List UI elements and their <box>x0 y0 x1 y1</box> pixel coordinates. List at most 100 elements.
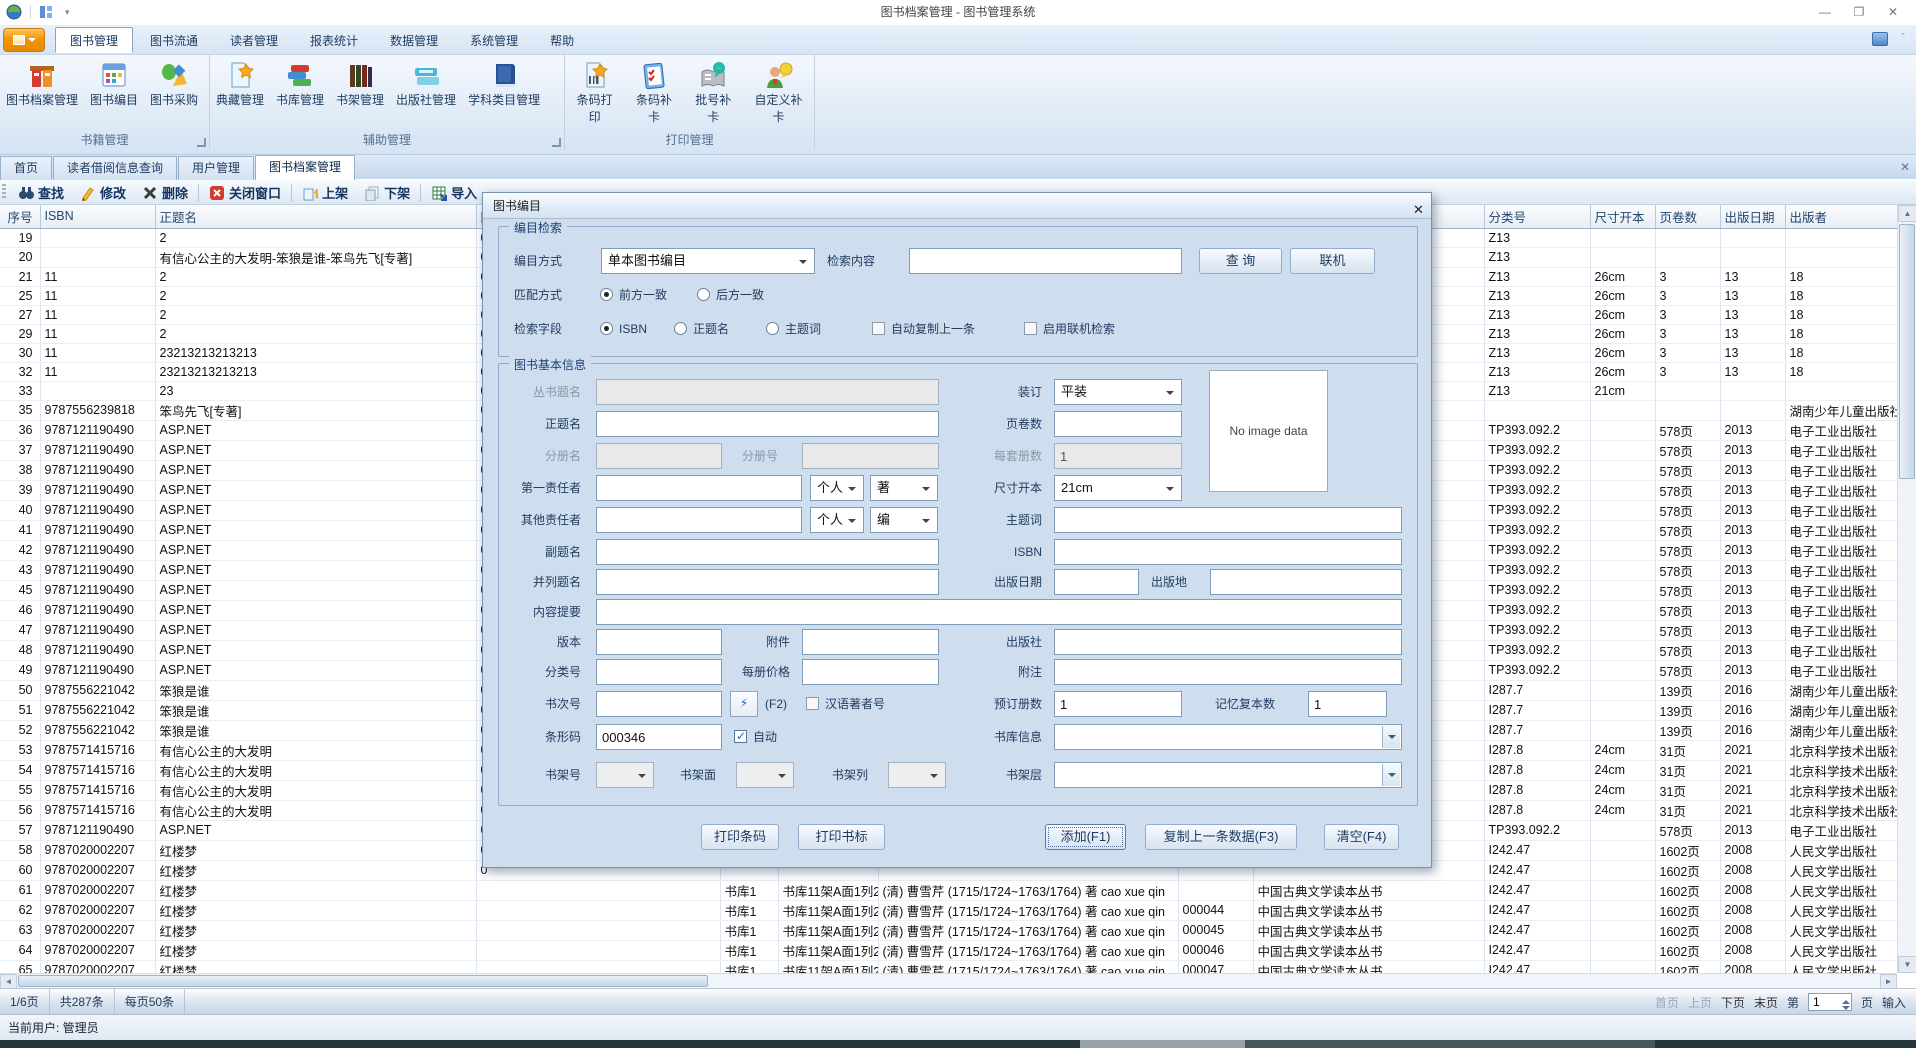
group-launcher-icon[interactable] <box>552 138 561 147</box>
catalog-mode-select[interactable]: 单本图书编目 <box>601 248 815 274</box>
table-row[interactable]: 619787020002207红楼梦 书库1书库11架A面1列2层(清) 曹雪芹 … <box>0 880 1897 901</box>
other-author-input[interactable] <box>596 507 802 533</box>
online-button[interactable]: 联机 <box>1290 248 1375 274</box>
ribbon-item[interactable]: 图书档案管理 <box>0 58 84 108</box>
other-author-type-select[interactable]: 个人 <box>810 507 864 533</box>
toolbar-shelf-up[interactable]: 上架 <box>294 180 356 205</box>
size-select[interactable]: 21cm <box>1054 475 1182 501</box>
doc-tab-1[interactable]: 读者借阅信息查询 <box>53 156 178 180</box>
print-booklabel-button[interactable]: 打印书标 <box>798 824 885 850</box>
nav-first-page[interactable]: 首页 <box>1655 994 1679 1011</box>
order-count-input[interactable] <box>1054 691 1182 717</box>
menu-tab-2[interactable]: 读者管理 <box>215 27 293 53</box>
scroll-up-icon[interactable]: ▲ <box>1898 205 1916 222</box>
maximize-button[interactable]: ❐ <box>1842 0 1876 25</box>
ribbon-item[interactable]: 书架管理 <box>330 58 390 108</box>
edition-input[interactable] <box>596 629 722 655</box>
ribbon-item[interactable]: 图书编目 <box>84 58 144 108</box>
ribbon-item[interactable]: ⋯ 批号补卡 <box>684 58 743 125</box>
column-header[interactable]: 正题名 <box>155 205 477 229</box>
pubdate-input[interactable] <box>1054 569 1139 595</box>
pages-input[interactable] <box>1054 411 1182 437</box>
toolbar-pencil[interactable]: 修改 <box>72 180 134 205</box>
summary-input[interactable] <box>596 599 1402 625</box>
dialog-close-icon[interactable]: ✕ <box>1403 197 1424 217</box>
toolbar-close-window[interactable]: 关闭窗口 <box>201 180 289 205</box>
menu-tab-0[interactable]: 图书管理 <box>55 27 134 53</box>
add-button[interactable]: 添加(F1) <box>1045 824 1126 850</box>
radio-field-isbn[interactable] <box>600 322 613 335</box>
table-row[interactable]: 649787020002207红楼梦 书库1书库11架A面1列2层(清) 曹雪芹 … <box>0 940 1897 961</box>
table-row[interactable]: 629787020002207红楼梦 书库1书库11架A面1列2层(清) 曹雪芹 … <box>0 900 1897 921</box>
ribbon-item[interactable]: 学科类目管理 <box>462 58 546 108</box>
scroll-down-icon[interactable]: ▼ <box>1898 956 1916 973</box>
first-author-type-select[interactable]: 个人 <box>810 475 864 501</box>
generate-f2-button[interactable]: ⚡ <box>730 691 758 717</box>
barcode-input[interactable] <box>596 724 722 750</box>
collapse-ribbon-icon[interactable]: ＾ <box>1898 31 1908 46</box>
ribbon-item[interactable]: 出版社管理 <box>390 58 462 108</box>
memory-copies-input[interactable] <box>1308 691 1387 717</box>
binding-select[interactable]: 平装 <box>1054 379 1182 405</box>
checkbox-chinese-author[interactable] <box>806 697 819 710</box>
toolbar-shelf-down[interactable]: 下架 <box>356 180 418 205</box>
column-header[interactable]: ISBN <box>40 205 156 229</box>
search-content-input[interactable] <box>909 248 1182 274</box>
isbn-input[interactable] <box>1054 539 1402 565</box>
dialog-title-bar[interactable]: 图书编目 ✕ <box>483 193 1431 219</box>
toolbar-binoculars[interactable]: 查找 <box>10 180 72 205</box>
column-header[interactable]: 尺寸开本 <box>1590 205 1656 229</box>
checkbox-auto-copy[interactable] <box>872 322 885 335</box>
ribbon-item[interactable]: 图书采购 <box>144 58 204 108</box>
spinner-up-icon[interactable] <box>1841 1000 1850 1004</box>
enter-button[interactable]: 输入 <box>1882 994 1906 1011</box>
table-row[interactable]: 639787020002207红楼梦 书库1书库11架A面1列2层(清) 曹雪芹 … <box>0 920 1897 941</box>
column-header[interactable]: 分类号 <box>1484 205 1591 229</box>
column-header[interactable]: 出版日期 <box>1720 205 1786 229</box>
column-header[interactable]: 页卷数 <box>1655 205 1721 229</box>
dropdown-icon[interactable] <box>1382 764 1400 786</box>
checkbox-auto-barcode[interactable] <box>734 729 747 743</box>
ribbon-item[interactable]: 自定义补卡 <box>743 58 814 125</box>
radio-field-subject[interactable] <box>766 322 779 335</box>
book-no-input[interactable] <box>596 691 722 717</box>
copy-previous-button[interactable]: 复制上一条数据(F3) <box>1145 824 1297 850</box>
menu-tab-5[interactable]: 系统管理 <box>455 27 533 53</box>
radio-match-front[interactable] <box>600 288 613 301</box>
column-header[interactable]: 序号 <box>0 205 41 229</box>
nav-next-page[interactable]: 下页 <box>1721 994 1745 1011</box>
ribbon-item[interactable]: 典藏管理 <box>210 58 270 108</box>
ribbon-item[interactable]: 条码打印 <box>565 58 624 125</box>
other-author-role-select[interactable]: 编 <box>870 507 938 533</box>
shelf-layer-select[interactable] <box>1054 762 1402 788</box>
first-author-role-select[interactable]: 著 <box>870 475 938 501</box>
spinner-down-icon[interactable] <box>1841 1006 1850 1010</box>
vertical-scrollbar[interactable]: ▲ ▼ <box>1897 205 1916 973</box>
scroll-right-icon[interactable]: ► <box>1880 974 1897 989</box>
first-author-input[interactable] <box>596 475 802 501</box>
main-title-input[interactable] <box>596 411 939 437</box>
publisher-input[interactable] <box>1054 629 1402 655</box>
attachment-input[interactable] <box>802 629 939 655</box>
radio-match-back[interactable] <box>697 288 710 301</box>
style-icon[interactable] <box>1872 31 1888 46</box>
clear-button[interactable]: 清空(F4) <box>1324 824 1399 850</box>
hscroll-thumb[interactable] <box>18 975 708 987</box>
application-menu-button[interactable] <box>3 28 45 52</box>
doc-tab-3[interactable]: 图书档案管理 <box>255 155 356 180</box>
table-row[interactable]: 659787020002207红楼梦 书库1书库11架A面1列2层(清) 曹雪芹 … <box>0 960 1897 973</box>
parallel-title-input[interactable] <box>596 569 939 595</box>
tabstrip-close-icon[interactable]: ✕ <box>1900 160 1910 174</box>
close-button[interactable]: ✕ <box>1876 0 1910 25</box>
horizontal-scrollbar[interactable]: ◄ ► <box>0 973 1897 989</box>
scroll-left-icon[interactable]: ◄ <box>0 974 17 989</box>
price-input[interactable] <box>802 659 939 685</box>
vscroll-thumb[interactable] <box>1899 224 1915 479</box>
pubplace-input[interactable] <box>1210 569 1402 595</box>
nav-prev-page[interactable]: 上页 <box>1688 994 1712 1011</box>
subject-input[interactable] <box>1054 507 1402 533</box>
toolbar-delete-x[interactable]: 删除 <box>134 180 196 205</box>
ribbon-item[interactable]: 条码补卡 <box>624 58 683 125</box>
dropdown-icon[interactable] <box>1382 726 1400 748</box>
column-header[interactable]: 出版者 <box>1785 205 1897 229</box>
